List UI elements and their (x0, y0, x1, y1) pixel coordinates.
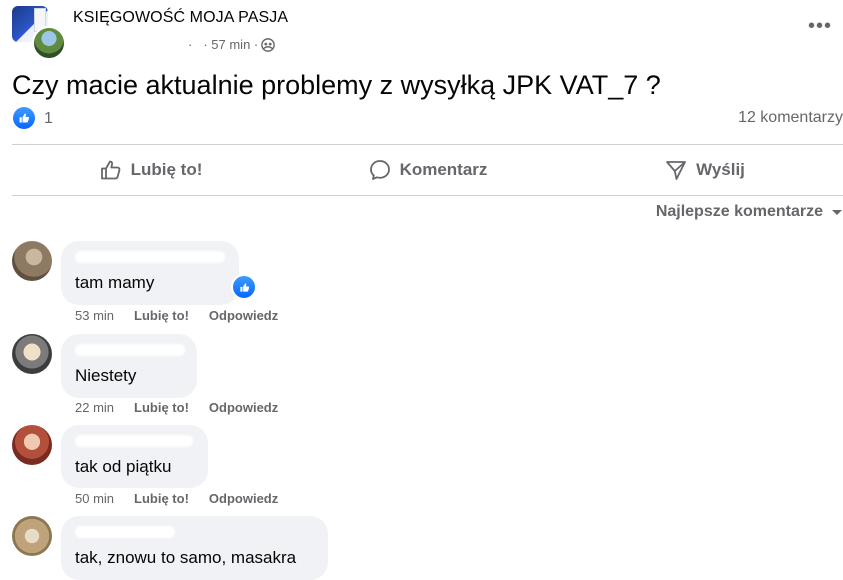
comment-time[interactable]: 53 min (75, 308, 114, 323)
commenter-avatar[interactable] (12, 516, 52, 556)
comment-actions: 53 min Lubię to! Odpowiedz (75, 308, 278, 323)
comment-reply-button[interactable]: Odpowiedz (209, 308, 278, 323)
commenter-name[interactable] (75, 435, 193, 447)
send-button[interactable]: Wyślij (566, 146, 843, 194)
comment-reply-button[interactable]: Odpowiedz (209, 491, 278, 506)
post-meta: · · 57 min · (188, 37, 276, 52)
commenter-name[interactable] (75, 526, 175, 538)
commenter-name[interactable] (75, 344, 185, 356)
comment-text: tam mamy (75, 273, 155, 292)
like-reaction-icon[interactable] (13, 107, 35, 129)
comment-text: Niestety (75, 366, 137, 385)
send-icon (666, 161, 686, 180)
post-actions: Lubię to! Komentarz Wyślij (12, 146, 843, 194)
reactions-summary: 1 12 komentarzy (12, 107, 843, 131)
post-author-dot: · (188, 37, 193, 52)
commenter-avatar[interactable] (12, 334, 52, 374)
comment-bubble: tak od piątku (61, 425, 208, 488)
comments-count[interactable]: 12 komentarzy (738, 109, 843, 127)
author-avatar[interactable] (32, 26, 66, 60)
comment-like-button[interactable]: Lubię to! (134, 400, 189, 415)
commenter-avatar[interactable] (12, 425, 52, 465)
thumbs-up-icon (100, 160, 121, 180)
more-options-button[interactable]: ••• (808, 16, 832, 36)
comment-bubble: tam mamy (61, 241, 239, 305)
comment-text: tak, znowu to samo, masakra (75, 548, 297, 567)
comment-time[interactable]: 50 min (75, 491, 114, 506)
caret-down-icon (832, 210, 842, 215)
reaction-count[interactable]: 1 (44, 110, 53, 128)
send-label: Wyślij (696, 160, 745, 179)
divider (12, 144, 843, 145)
comment-text: tak od piątku (75, 457, 172, 476)
comment-reply-button[interactable]: Odpowiedz (209, 400, 278, 415)
group-name[interactable]: KSIĘGOWOŚĆ MOJA PASJA (73, 9, 288, 27)
comment-actions: 22 min Lubię to! Odpowiedz (75, 400, 278, 415)
comment-button[interactable]: Komentarz (289, 146, 566, 194)
sort-label: Najlepsze komentarze (655, 203, 823, 220)
group-privacy-icon[interactable] (261, 37, 276, 52)
post-text: Czy macie aktualnie problemy z wysyłką J… (12, 70, 661, 100)
comment-like-button[interactable]: Lubię to! (134, 491, 189, 506)
post-header: KSIĘGOWOŚĆ MOJA PASJA · · 57 min · ••• (12, 6, 832, 60)
comment-bubble: tak, znowu to samo, masakra (61, 516, 328, 580)
commenter-name[interactable] (75, 251, 225, 263)
like-label: Lubię to! (130, 160, 203, 179)
comment-like-icon[interactable] (231, 274, 257, 300)
commenter-avatar[interactable] (12, 241, 52, 281)
comment-like-button[interactable]: Lubię to! (134, 308, 189, 323)
comment-bubble-icon (369, 160, 390, 180)
comment-sort-selector[interactable]: Najlepsze komentarze (656, 203, 843, 221)
comment-actions: 50 min Lubię to! Odpowiedz (75, 491, 278, 506)
comment-label: Komentarz (399, 160, 488, 179)
comment-time[interactable]: 22 min (75, 400, 114, 415)
like-button[interactable]: Lubię to! (12, 146, 289, 194)
post-time[interactable]: · 57 min · (203, 37, 258, 52)
comment-bubble: Niestety (61, 334, 197, 398)
divider (12, 195, 843, 196)
